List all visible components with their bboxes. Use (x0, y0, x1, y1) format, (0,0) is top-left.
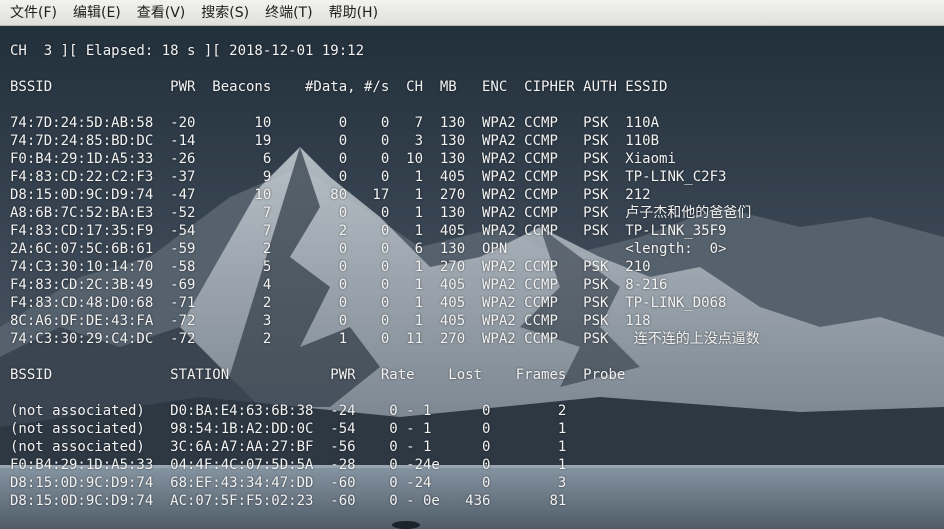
station-row: (not associated) 3C:6A:A7:AA:27:BF -56 0… (10, 439, 567, 455)
terminal-output: CH 3 ][ Elapsed: 18 s ][ 2018-12-01 19:1… (10, 42, 760, 510)
station-row: (not associated) D0:BA:E4:63:6B:38 -24 0… (10, 403, 567, 419)
menu-terminal[interactable]: 终端(T) (257, 0, 320, 26)
ap-row: F0:B4:29:1D:A5:33 -26 6 0 0 10 130 WPA2 … (10, 151, 676, 167)
terminal-window[interactable]: CH 3 ][ Elapsed: 18 s ][ 2018-12-01 19:1… (0, 27, 944, 529)
ap-row: 2A:6C:07:5C:6B:61 -59 2 0 0 6 130 OPN <l… (10, 241, 727, 257)
ap-row: F4:83:CD:17:35:F9 -54 7 2 0 1 405 WPA2 C… (10, 223, 727, 239)
ap-row: 74:7D:24:85:BD:DC -14 19 0 0 3 130 WPA2 … (10, 133, 660, 149)
menu-file[interactable]: 文件(F) (2, 0, 65, 26)
ap-row: 74:C3:30:29:C4:DC -72 2 1 0 11 270 WPA2 … (10, 331, 760, 347)
menu-search[interactable]: 搜索(S) (193, 0, 257, 26)
station-row: D8:15:0D:9C:D9:74 AC:07:5F:F5:02:23 -60 … (10, 493, 567, 509)
station-header-row: BSSID STATION PWR Rate Lost Frames Probe (10, 367, 626, 383)
ap-row: D8:15:0D:9C:D9:74 -47 10 80 17 1 270 WPA… (10, 187, 651, 203)
ap-row: F4:83:CD:48:D0:68 -71 2 0 0 1 405 WPA2 C… (10, 295, 727, 311)
ap-row: F4:83:CD:22:C2:F3 -37 9 0 0 1 405 WPA2 C… (10, 169, 727, 185)
ap-row: A8:6B:7C:52:BA:E3 -52 7 0 0 1 130 WPA2 C… (10, 205, 752, 221)
menubar: 文件(F) 编辑(E) 查看(V) 搜索(S) 终端(T) 帮助(H) (0, 0, 944, 26)
station-row: F0:B4:29:1D:A5:33 04:4F:4C:07:5D:5A -28 … (10, 457, 567, 473)
station-row: (not associated) 98:54:1B:A2:DD:0C -54 0… (10, 421, 567, 437)
station-row: D8:15:0D:9C:D9:74 68:EF:43:34:47:DD -60 … (10, 475, 567, 491)
ap-row: 8C:A6:DF:DE:43:FA -72 3 0 0 1 405 WPA2 C… (10, 313, 651, 329)
menu-edit[interactable]: 编辑(E) (65, 0, 129, 26)
ap-row: 74:C3:30:10:14:70 -58 5 0 0 1 270 WPA2 C… (10, 259, 651, 275)
menu-view[interactable]: 查看(V) (129, 0, 194, 26)
status-line: CH 3 ][ Elapsed: 18 s ][ 2018-12-01 19:1… (10, 43, 365, 59)
menu-help[interactable]: 帮助(H) (321, 0, 386, 26)
ap-row: 74:7D:24:5D:AB:58 -20 10 0 0 7 130 WPA2 … (10, 115, 660, 131)
ap-header-row: BSSID PWR Beacons #Data, #/s CH MB ENC C… (10, 79, 668, 95)
ap-row: F4:83:CD:2C:3B:49 -69 4 0 0 1 405 WPA2 C… (10, 277, 668, 293)
